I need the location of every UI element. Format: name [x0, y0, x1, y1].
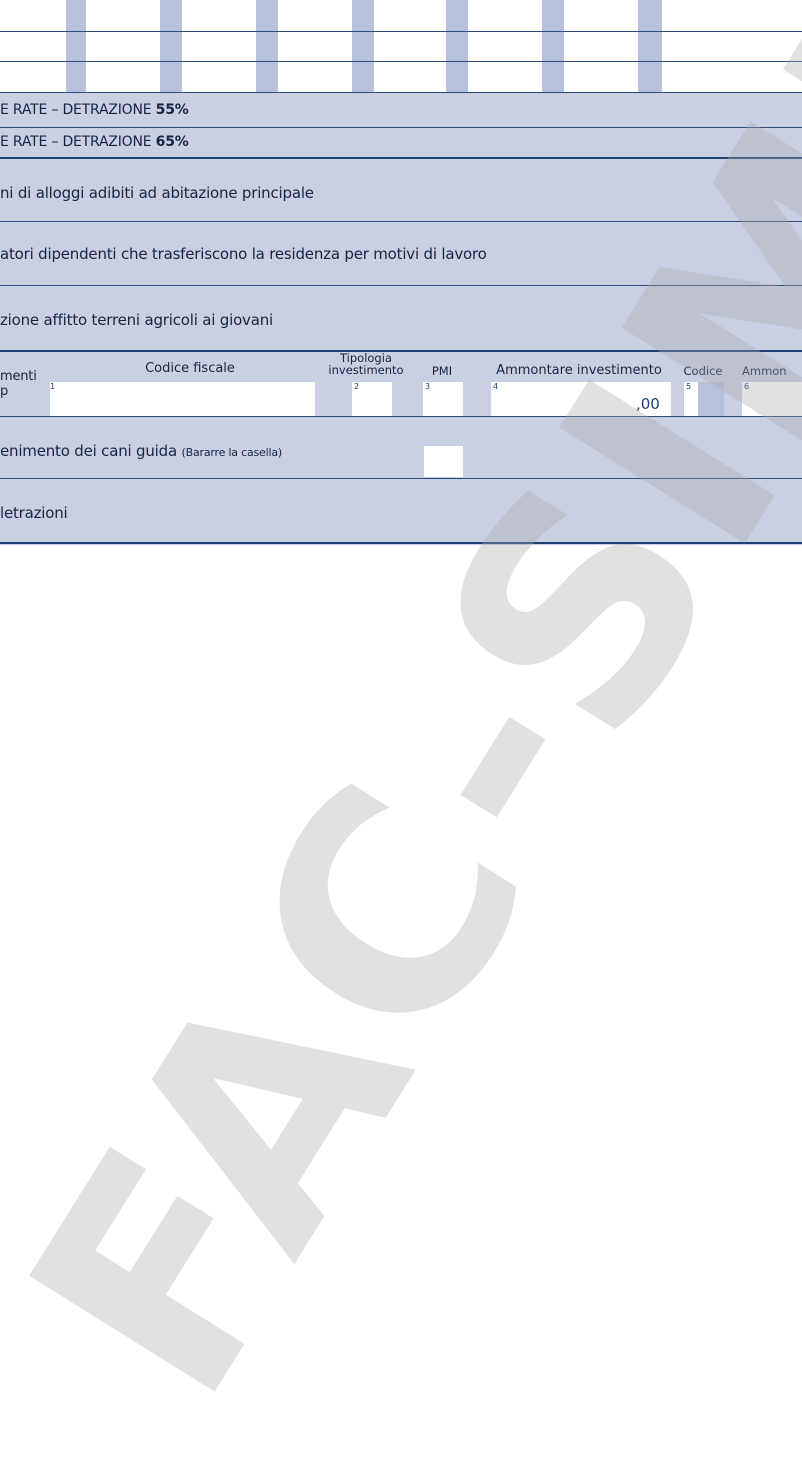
grid-field[interactable] [564, 0, 638, 92]
codice-field-shade [698, 382, 724, 416]
ammon-field[interactable] [742, 382, 802, 416]
header-tipologia: Tipologia investimento [320, 352, 412, 376]
form-section: E RATE – DETRAZIONE 55% E RATE – DETRAZI… [0, 0, 802, 545]
detrazione-65-pct: 65% [155, 134, 189, 150]
header-tipologia-line2: investimento [328, 363, 404, 377]
grid-stripe [256, 0, 278, 92]
field-number: 2 [354, 382, 360, 391]
header-ammontare: Ammontare investimento [496, 363, 662, 378]
grid-field[interactable] [86, 0, 160, 92]
divider [0, 92, 802, 93]
grid-field[interactable] [278, 0, 352, 92]
detrazione-65-label: E RATE – DETRAZIONE [0, 134, 156, 150]
cani-guida-row: enimento dei cani guida (Bararre la case… [0, 442, 282, 460]
terreni-row: zione affitto terreni agricoli ai giovan… [0, 311, 273, 329]
grid-stripe [66, 0, 86, 92]
field-number: 1 [50, 382, 56, 391]
investimenti-label-line1: menti [0, 369, 37, 384]
grid-stripe [352, 0, 374, 92]
grid-stripe [446, 0, 468, 92]
divider [0, 221, 802, 222]
field-number: 3 [425, 382, 431, 391]
alloggi-row: ni di alloggi adibiti ad abitazione prin… [0, 184, 314, 202]
cani-guida-note: (Bararre la casella) [181, 446, 283, 459]
grid-stripe [638, 0, 662, 92]
header-codice-fiscale: Codice fiscale [145, 361, 235, 376]
cani-guida-checkbox[interactable] [424, 446, 463, 477]
grid-stripe [542, 0, 564, 92]
investimenti-label: menti p [0, 369, 37, 399]
divider [0, 157, 802, 159]
divider [0, 31, 802, 32]
header-codice: Codice [683, 364, 723, 378]
header-ammon: Ammon [742, 364, 787, 378]
detrazione-55-pct: 55% [155, 102, 189, 118]
altre-detrazioni-row: letrazioni [0, 504, 68, 522]
grid-field[interactable] [662, 0, 802, 92]
detrazione-55-label: E RATE – DETRAZIONE [0, 102, 156, 118]
divider [0, 542, 802, 544]
grid-stripe [160, 0, 182, 92]
lavoratori-row: atori dipendenti che trasferiscono la re… [0, 245, 487, 263]
divider [0, 61, 802, 62]
codice-fiscale-field[interactable] [50, 382, 315, 416]
divider [0, 478, 802, 479]
detrazione-65-row: E RATE – DETRAZIONE 65% [0, 134, 189, 150]
detrazione-55-row: E RATE – DETRAZIONE 55% [0, 102, 189, 118]
cani-guida-label: enimento dei cani guida [0, 442, 182, 460]
top-grid [0, 0, 802, 92]
divider [0, 127, 802, 128]
grid-field[interactable] [0, 0, 66, 92]
field-number: 5 [686, 382, 692, 391]
field-number: 4 [493, 382, 499, 391]
grid-field[interactable] [182, 0, 256, 92]
investimenti-label-line2: p [0, 384, 9, 399]
header-pmi: PMI [431, 364, 453, 378]
ammontare-value: ,00 [636, 395, 660, 413]
divider [0, 285, 802, 286]
grid-field[interactable] [374, 0, 446, 92]
divider [0, 416, 802, 417]
field-number: 6 [744, 382, 750, 391]
grid-field[interactable] [468, 0, 542, 92]
